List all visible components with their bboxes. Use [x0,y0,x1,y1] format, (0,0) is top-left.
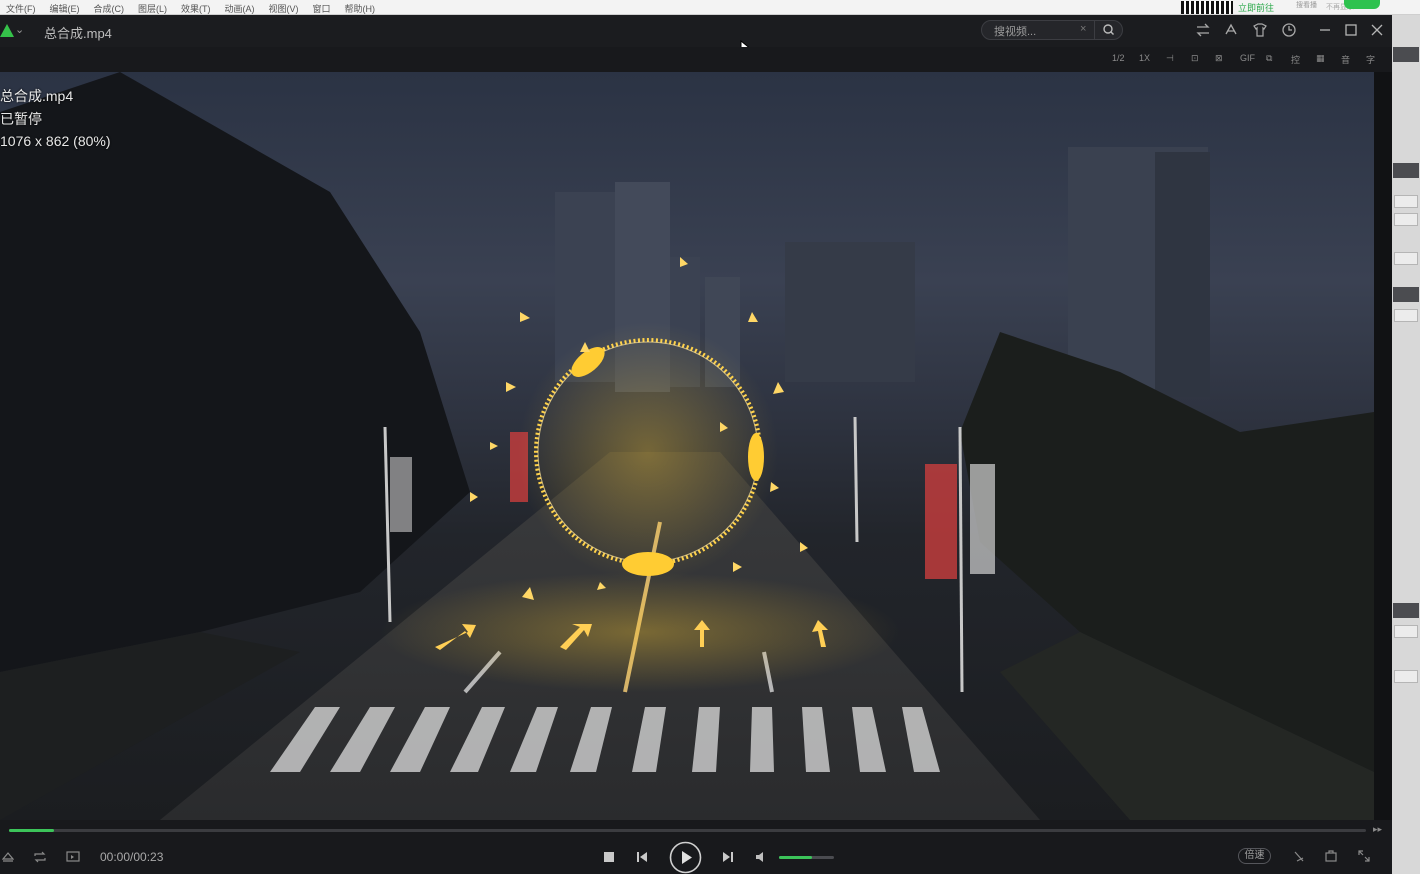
promo-button[interactable] [1344,0,1380,9]
grid-button[interactable]: ▦ [1316,53,1325,64]
video-scene [0,72,1374,820]
volume-icon[interactable] [754,850,768,864]
menu-animation[interactable]: 动画(A) [225,2,255,15]
volume-slider[interactable] [779,856,834,859]
menu-help[interactable]: 帮助(H) [345,2,376,15]
control-button[interactable]: 控 [1291,53,1300,66]
osd-resolution: 1076 x 862 (80%) [0,133,111,149]
osd-status: 已暂停 [0,110,42,127]
volume-fill [779,856,812,859]
skin-icon[interactable] [1222,21,1240,39]
crop-button[interactable]: ⊠ [1215,53,1223,64]
promo-caption: 搜看播 [1296,2,1317,9]
half-size-button[interactable]: 1/2 [1112,53,1125,63]
pip-button[interactable]: ⧉ [1266,53,1272,64]
panel-header [1393,163,1419,178]
minimize-icon[interactable] [1316,21,1334,39]
search-input[interactable]: 搜视频... [994,23,1036,39]
history-icon[interactable] [1280,21,1298,39]
player-controls: ▸▸ 00:00/00:23 倍速 [0,820,1392,874]
panel-header [1393,47,1419,62]
playlist-icon[interactable] [66,851,80,863]
swap-icon[interactable] [1194,21,1212,39]
loop-icon[interactable] [33,851,47,863]
progress-bar[interactable] [9,829,1366,832]
clip-icon[interactable] [1292,849,1306,863]
stop-icon[interactable] [602,850,616,864]
gif-button[interactable]: GIF [1240,53,1255,63]
player-logo-icon[interactable] [0,24,14,37]
menu-composition[interactable]: 合成(C) [94,2,125,15]
panel-header [1393,603,1419,618]
panel-field[interactable] [1394,670,1418,683]
search-icon[interactable] [1094,20,1122,40]
menu-edit[interactable]: 编辑(E) [50,2,80,15]
menu-layer[interactable]: 图层(L) [138,2,167,15]
audio-button[interactable]: 音 [1341,53,1350,66]
progress-fill [9,829,54,832]
fullscreen-icon[interactable] [1357,849,1371,863]
desktop: 文件(F) 编辑(E) 合成(C) 图层(L) 效果(T) 动画(A) 视图(V… [0,0,1420,874]
shirt-icon[interactable] [1251,21,1269,39]
time-display: 00:00/00:23 [100,850,164,864]
fast-forward-icon[interactable]: ▸▸ [1373,824,1382,835]
panel-field[interactable] [1394,309,1418,322]
panel-field[interactable] [1394,195,1418,208]
eject-icon[interactable] [2,851,14,863]
menu-effect[interactable]: 效果(T) [181,2,211,15]
panel-field[interactable] [1394,213,1418,226]
next-icon[interactable] [721,850,735,864]
menu-view[interactable]: 视图(V) [269,2,299,15]
panel-header [1393,287,1419,302]
osd-filename: 总合成.mp4 [0,88,74,104]
screenshot-button[interactable]: ⊡ [1191,53,1199,64]
osd-overlay: 总合成.mp4 已暂停 1076 x 862 (80%) [0,85,111,153]
panel-field[interactable] [1394,625,1418,638]
player-titlebar: ⌄ 总合成.mp4 搜视频... × [0,15,1392,58]
video-toolbar: 1/2 1X ⊣ ⊡ ⊠ GIF ⧉ 控 ▦ 音 字 [0,47,1392,72]
panel-field[interactable] [1394,252,1418,265]
maximize-icon[interactable] [1342,21,1360,39]
background-app-menubar: 文件(F) 编辑(E) 合成(C) 图层(L) 效果(T) 动画(A) 视图(V… [0,0,1420,15]
speed-button[interactable]: 倍速 [1238,848,1271,864]
background-app-panel [1392,15,1420,874]
crop-left-button[interactable]: ⊣ [1166,53,1174,64]
background-menu: 文件(F) 编辑(E) 合成(C) 图层(L) 效果(T) 动画(A) 视图(V… [6,2,375,15]
clear-search-icon[interactable]: × [1080,23,1086,35]
toolbox-icon[interactable] [1324,849,1338,863]
subtitle-button[interactable]: 字 [1366,53,1375,66]
play-icon[interactable] [669,841,702,874]
promo-link[interactable]: 立即前往 [1238,1,1274,14]
chevron-down-icon[interactable]: ⌄ [15,23,24,36]
original-size-button[interactable]: 1X [1139,53,1150,63]
qr-code-icon [1181,1,1233,14]
menu-file[interactable]: 文件(F) [6,2,36,15]
search-box[interactable]: 搜视频... × [981,20,1123,40]
window-title: 总合成.mp4 [44,26,112,41]
menu-window[interactable]: 窗口 [313,2,331,15]
previous-icon[interactable] [635,850,649,864]
video-frame[interactable]: 总合成.mp4 已暂停 1076 x 862 (80%) [0,72,1374,820]
close-icon[interactable] [1368,21,1386,39]
